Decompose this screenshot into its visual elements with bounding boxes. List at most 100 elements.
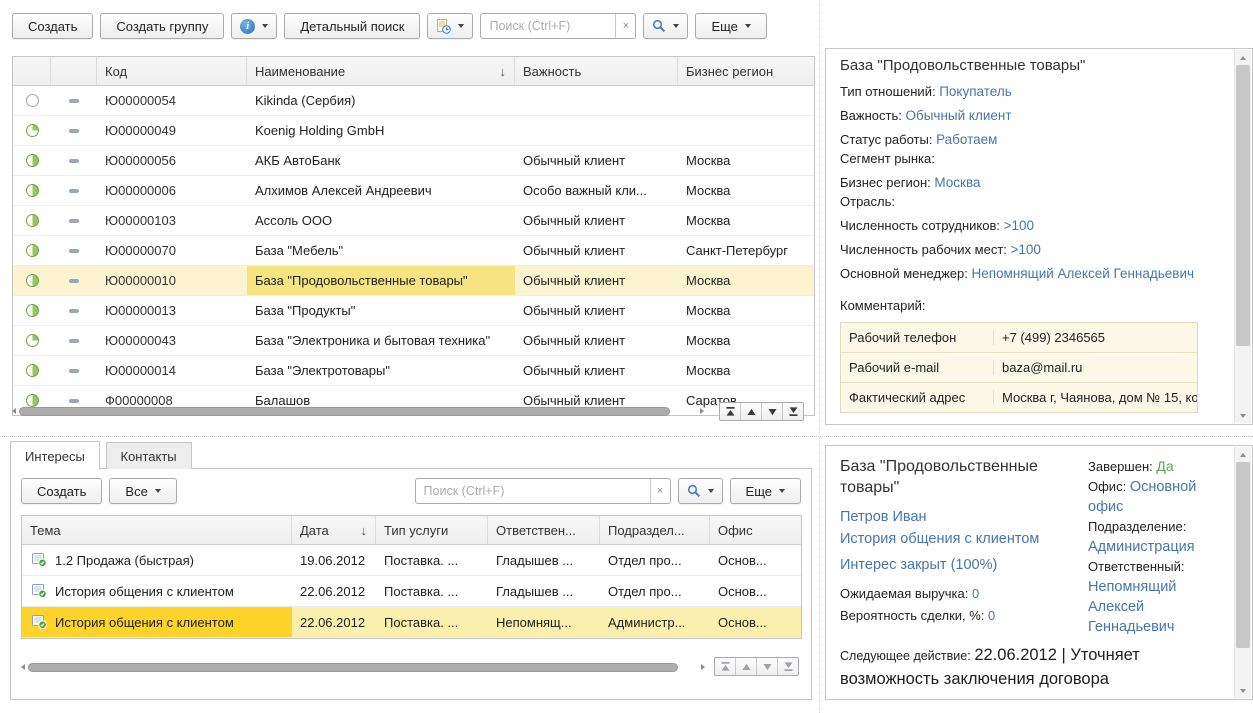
- horizontal-splitter[interactable]: [0, 436, 1253, 437]
- vertical-splitter[interactable]: [819, 0, 820, 713]
- go-first-button[interactable]: [715, 658, 736, 675]
- go-last-button[interactable]: [783, 403, 803, 420]
- contact-row[interactable]: Рабочий e-mail baza@mail.ru: [841, 353, 1197, 383]
- office-column-header[interactable]: Офис: [710, 516, 801, 544]
- go-down-button[interactable]: [757, 658, 778, 675]
- date-column-header[interactable]: Дата ↓: [292, 516, 376, 544]
- table-row[interactable]: История общения с клиентом 22.06.2012 По…: [22, 576, 801, 607]
- scroll-left-icon[interactable]: [21, 664, 25, 670]
- field-value-link[interactable]: Непомнящий Алексей Геннадьевич: [971, 266, 1194, 281]
- field-label: Бизнес регион:: [840, 175, 931, 190]
- search-input[interactable]: [416, 479, 650, 503]
- detailed-search-button[interactable]: Детальный поиск: [284, 13, 420, 39]
- go-up-button[interactable]: [741, 403, 762, 420]
- status-column-header[interactable]: [13, 57, 51, 85]
- expected-revenue-value[interactable]: 0: [972, 586, 979, 601]
- contact-row[interactable]: Рабочий телефон +7 (499) 2346565: [841, 323, 1197, 353]
- scroll-right-icon[interactable]: [700, 408, 704, 414]
- filter-all-button[interactable]: Все: [109, 478, 176, 504]
- flag-cell: [51, 369, 97, 373]
- field-market-segment: Сегмент рынка:: [840, 150, 1226, 167]
- interest-state-link[interactable]: Интерес закрыт (100%): [840, 557, 997, 573]
- responsible-column-header[interactable]: Ответствен...: [488, 516, 600, 544]
- table-row[interactable]: Ю00000056 АКБ АвтоБанк Обычный клиент Мо…: [13, 146, 814, 176]
- search-input[interactable]: [481, 14, 615, 38]
- scroll-left-icon[interactable]: [12, 408, 16, 414]
- deal-probability-value[interactable]: 0: [988, 608, 995, 623]
- table-row-selected[interactable]: Ю00000010 База "Продовольственные товары…: [13, 266, 814, 296]
- table-row[interactable]: Ю00000014 База "Электротовары" Обычный к…: [13, 356, 814, 386]
- search-split-button[interactable]: [643, 13, 688, 39]
- tab-contacts[interactable]: Контакты: [106, 442, 192, 469]
- go-up-button[interactable]: [736, 658, 757, 675]
- scroll-thumb[interactable]: [1236, 462, 1250, 648]
- create-button[interactable]: Создать: [12, 13, 93, 39]
- scroll-down-icon[interactable]: [1235, 408, 1251, 423]
- name-cell: Ассоль ООО: [247, 213, 515, 228]
- create-button-label: Создать: [28, 19, 77, 34]
- field-value-link[interactable]: Москва: [934, 175, 980, 190]
- interests-nav-buttons: [714, 657, 799, 676]
- department-value-link[interactable]: Администрация: [1088, 539, 1195, 555]
- clear-search-icon[interactable]: ×: [650, 479, 670, 503]
- crm-window: Создать Создать группу i Детальный поиск…: [0, 0, 1253, 713]
- contact-person-link[interactable]: Петров Иван: [840, 509, 927, 525]
- contact-value: Москва г, Чаянова, дом № 15, корпус 5: [994, 390, 1197, 405]
- scroll-down-icon[interactable]: [1235, 683, 1251, 698]
- table-row[interactable]: Ю00000054 Kikinda (Сербия): [13, 86, 814, 116]
- clear-search-icon[interactable]: ×: [615, 14, 635, 38]
- more-button[interactable]: Еще: [730, 478, 801, 504]
- interest-topic-link[interactable]: История общения с клиентом: [840, 531, 1039, 547]
- scroll-track[interactable]: [19, 407, 697, 416]
- field-value-link[interactable]: Работаем: [936, 132, 997, 147]
- search-split-button[interactable]: [678, 478, 723, 504]
- scroll-up-icon[interactable]: [1235, 447, 1251, 462]
- department-column-header[interactable]: Подраздел...: [600, 516, 710, 544]
- scroll-thumb[interactable]: [1236, 65, 1250, 346]
- code-column-header[interactable]: Код: [97, 57, 247, 85]
- more-button[interactable]: Еще: [695, 13, 766, 39]
- table-row[interactable]: Ю00000049 Koenig Holding GmbH: [13, 116, 814, 146]
- name-column-header[interactable]: Наименование ↓: [247, 57, 515, 85]
- region-column-header[interactable]: Бизнес регион: [678, 57, 814, 85]
- dash-icon: [69, 309, 79, 313]
- scroll-track[interactable]: [28, 663, 698, 672]
- contact-row[interactable]: Фактический адрес Москва г, Чаянова, дом…: [841, 383, 1197, 412]
- table-row[interactable]: Ю00000013 База "Продукты" Обычный клиент…: [13, 296, 814, 326]
- field-value-link[interactable]: >100: [1011, 242, 1041, 257]
- field-value-link[interactable]: Покупатель: [939, 84, 1012, 99]
- scroll-up-icon[interactable]: [1235, 50, 1251, 65]
- dossier-split-button[interactable]: i: [231, 13, 277, 39]
- create-interest-button[interactable]: Создать: [21, 478, 102, 504]
- table-row-selected[interactable]: История общения с клиентом 22.06.2012 По…: [22, 607, 801, 638]
- table-row[interactable]: Ю00000043 База "Электроника и бытовая те…: [13, 326, 814, 356]
- go-first-button[interactable]: [720, 403, 741, 420]
- chevron-down-icon: [155, 489, 161, 493]
- table-row[interactable]: Ю00000103 Ассоль ООО Обычный клиент Моск…: [13, 206, 814, 236]
- field-value-link[interactable]: >100: [1004, 218, 1034, 233]
- table-row[interactable]: Ю00000070 База "Мебель" Обычный клиент С…: [13, 236, 814, 266]
- scroll-thumb[interactable]: [19, 407, 670, 416]
- table-row[interactable]: 1.2 Продажа (быстрая) 19.06.2012 Поставк…: [22, 545, 801, 576]
- flag-column-header[interactable]: [51, 57, 97, 85]
- scroll-thumb[interactable]: [28, 663, 678, 672]
- topic-column-header[interactable]: Тема: [22, 516, 292, 544]
- service-column-header[interactable]: Тип услуги: [376, 516, 488, 544]
- contact-value: baza@mail.ru: [994, 360, 1197, 375]
- create-group-button[interactable]: Создать группу: [100, 13, 224, 39]
- table-row[interactable]: Ю00000006 Алхимов Алексей Андреевич Особ…: [13, 176, 814, 206]
- tab-interests[interactable]: Интересы: [10, 441, 100, 470]
- go-last-button[interactable]: [778, 658, 798, 675]
- scroll-track[interactable]: [1235, 462, 1251, 683]
- importance-column-header[interactable]: Важность: [515, 57, 678, 85]
- scroll-right-icon[interactable]: [701, 664, 705, 670]
- responsible-value-link[interactable]: Непомнящий Алексей Геннадьевич: [1088, 579, 1176, 635]
- field-value-link[interactable]: Обычный клиент: [905, 108, 1011, 123]
- scroll-track[interactable]: [1235, 65, 1251, 408]
- report-split-button[interactable]: [427, 13, 473, 39]
- responsible-line: Ответственный: Непомнящий Алексей Геннад…: [1088, 557, 1226, 637]
- tab-interests-label: Интересы: [25, 449, 85, 464]
- go-down-button[interactable]: [762, 403, 783, 420]
- region-cell: Москва: [678, 213, 814, 228]
- dash-icon: [69, 339, 79, 343]
